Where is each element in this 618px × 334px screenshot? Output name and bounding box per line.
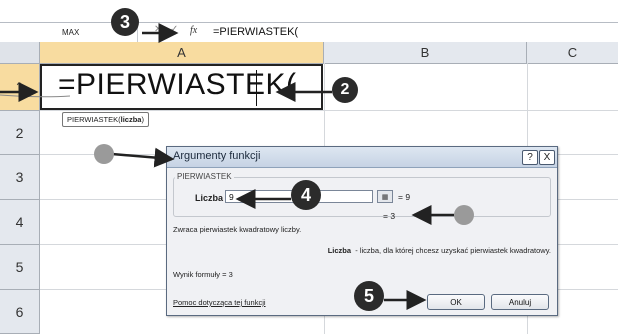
callout-badge-2: 2 (332, 77, 358, 103)
callout-badge-4: 4 (291, 180, 321, 210)
arrow-to-dialog (111, 147, 175, 168)
callout-badge-3: 3 (111, 8, 139, 36)
callout-badge-5: 5 (354, 281, 384, 311)
annotation-arrows (0, 23, 454, 310)
callout-dot (454, 205, 474, 225)
decorative-curve (0, 94, 71, 98)
callout-dot (94, 144, 114, 164)
